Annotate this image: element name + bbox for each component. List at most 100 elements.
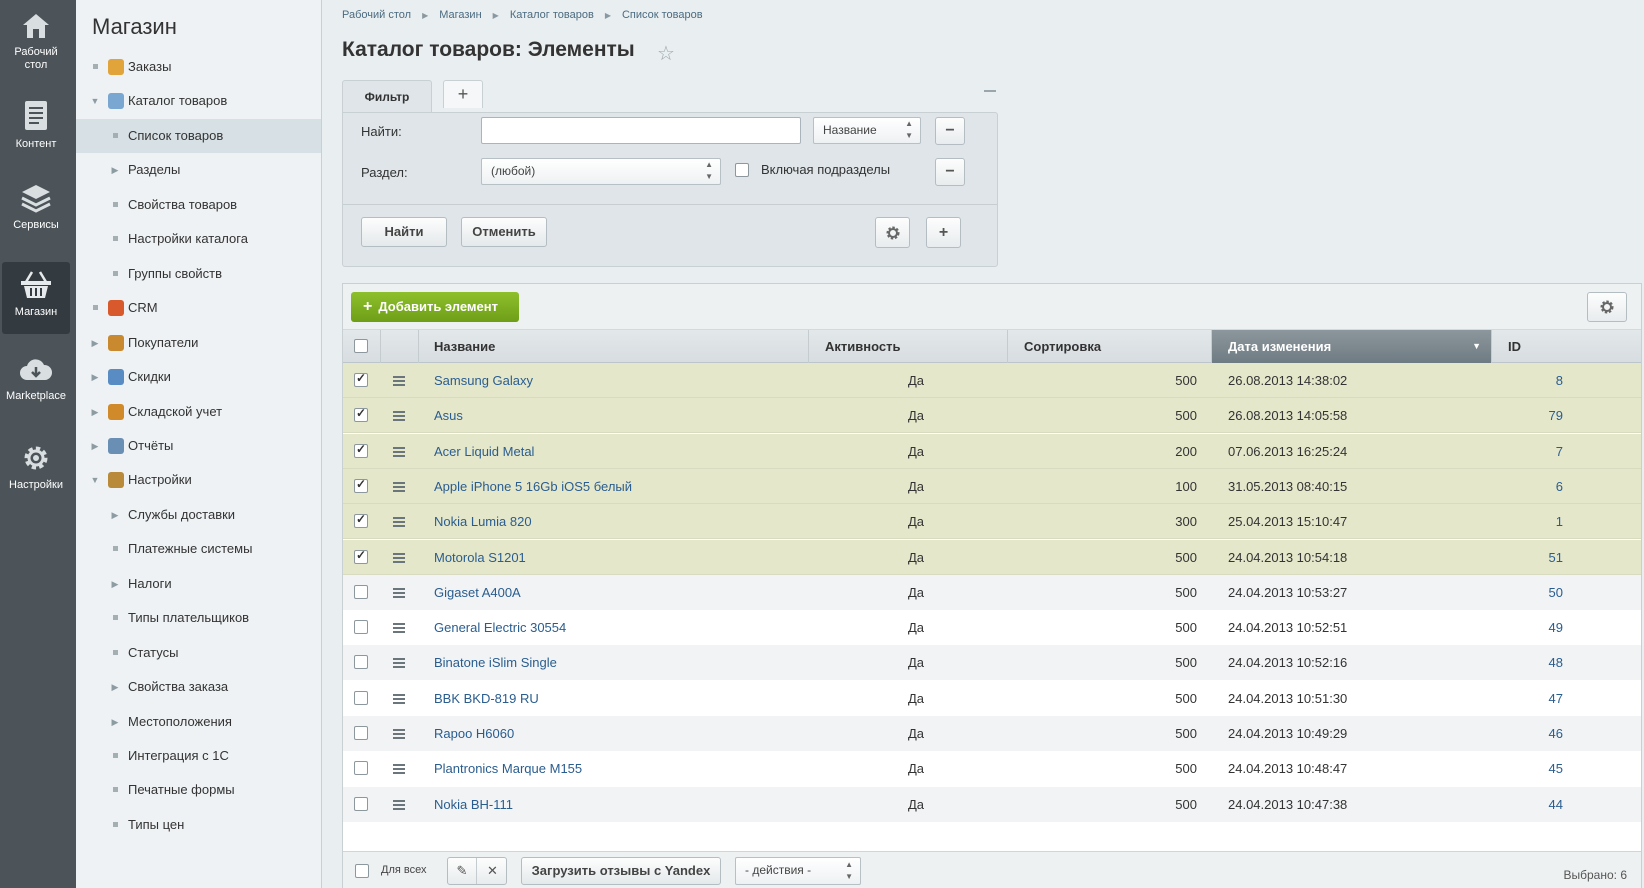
row-checkbox[interactable] bbox=[354, 584, 368, 599]
row-name-link[interactable]: Nokia Lumia 820 bbox=[434, 504, 532, 539]
table-row[interactable]: Plantronics Marque M155 Да 500 24.04.2013 1… bbox=[343, 751, 1641, 787]
tab-filter[interactable]: Фильтр bbox=[342, 80, 432, 112]
row-checkbox[interactable] bbox=[354, 442, 368, 458]
row-id-link[interactable]: 50 bbox=[1503, 575, 1563, 610]
menu-item[interactable]: Заказы bbox=[76, 50, 321, 84]
menu-item[interactable]: ▶ Налоги bbox=[76, 567, 321, 601]
breadcrumb-item[interactable]: Каталог товаров bbox=[510, 9, 594, 21]
collapsed-arrow-icon[interactable]: ▶ bbox=[90, 360, 100, 394]
row-checkbox[interactable] bbox=[354, 477, 368, 493]
load-yandex-reviews-button[interactable]: Загрузить отзывы с Yandex bbox=[521, 857, 721, 885]
include-subsections-checkbox[interactable] bbox=[735, 163, 749, 177]
for-all-checkbox[interactable] bbox=[355, 864, 369, 878]
column-header-id[interactable]: ID bbox=[1492, 330, 1641, 363]
row-checkbox[interactable] bbox=[354, 512, 368, 529]
row-id-link[interactable]: 79 bbox=[1503, 398, 1563, 433]
table-row[interactable]: Samsung Galaxy Да 500 26.08.2013 14:38:02 8 bbox=[343, 363, 1641, 398]
select-all-checkbox[interactable] bbox=[354, 339, 368, 353]
cancel-button[interactable]: Отменить bbox=[461, 217, 547, 247]
remove-find-field-button[interactable]: − bbox=[935, 117, 965, 145]
column-header-sort[interactable]: Сортировка bbox=[1008, 330, 1212, 363]
row-checkbox[interactable] bbox=[354, 548, 368, 564]
row-actions-menu-icon[interactable] bbox=[393, 517, 405, 528]
collapsed-arrow-icon[interactable]: ▶ bbox=[90, 326, 100, 360]
iconbar-marketplace[interactable]: Marketplace bbox=[2, 358, 70, 418]
minimize-filter-icon[interactable] bbox=[984, 90, 996, 92]
row-name-link[interactable]: Samsung Galaxy bbox=[434, 363, 533, 398]
star-icon[interactable]: ☆ bbox=[657, 41, 675, 66]
iconbar-settings[interactable]: Настройки bbox=[2, 443, 70, 503]
menu-item[interactable]: Типы плательщиков bbox=[76, 601, 321, 635]
table-row[interactable]: Gigaset A400A Да 500 24.04.2013 10:53:27 50 bbox=[343, 574, 1641, 610]
row-id-link[interactable]: 48 bbox=[1503, 645, 1563, 680]
row-actions-menu-icon[interactable] bbox=[393, 481, 405, 492]
menu-item[interactable]: ▼ Настройки bbox=[76, 463, 321, 497]
table-row[interactable]: Asus Да 500 26.08.2013 14:05:58 79 bbox=[343, 398, 1641, 434]
menu-item[interactable]: ▶ Разделы bbox=[76, 153, 321, 187]
menu-item[interactable]: ▶ Покупатели bbox=[76, 326, 321, 360]
iconbar-content[interactable]: Контент bbox=[2, 100, 70, 160]
menu-item[interactable]: ▶ Отчёты bbox=[76, 429, 321, 463]
add-filter-tab-button[interactable]: + bbox=[443, 80, 483, 108]
row-id-link[interactable]: 47 bbox=[1503, 681, 1563, 716]
remove-section-field-button[interactable]: − bbox=[935, 158, 965, 186]
expanded-arrow-icon[interactable]: ▼ bbox=[90, 463, 100, 497]
menu-item[interactable]: ▶ Скидки bbox=[76, 360, 321, 394]
collapsed-arrow-icon[interactable]: ▶ bbox=[90, 395, 100, 429]
menu-item[interactable]: ▶ Местоположения bbox=[76, 705, 321, 739]
row-name-link[interactable]: Gigaset A400A bbox=[434, 575, 521, 610]
table-row[interactable]: Acer Liquid Metal Да 200 07.06.2013 16:25:2… bbox=[343, 433, 1641, 469]
menu-item[interactable]: ▼ Каталог товаров bbox=[76, 84, 321, 118]
row-checkbox[interactable] bbox=[354, 655, 368, 670]
row-name-link[interactable]: Rapoo H6060 bbox=[434, 716, 514, 751]
row-checkbox[interactable] bbox=[354, 761, 368, 776]
menu-item[interactable]: Список товаров bbox=[76, 118, 321, 153]
table-row[interactable]: BBK BKD-819 RU Да 500 24.04.2013 10:51:30 47 bbox=[343, 680, 1641, 716]
row-id-link[interactable]: 45 bbox=[1503, 751, 1563, 786]
row-id-link[interactable]: 49 bbox=[1503, 610, 1563, 645]
filter-settings-button[interactable] bbox=[875, 217, 910, 248]
row-name-link[interactable]: Apple iPhone 5 16Gb iOS5 белый bbox=[434, 469, 632, 504]
row-actions-menu-icon[interactable] bbox=[393, 658, 405, 669]
row-checkbox[interactable] bbox=[354, 796, 368, 811]
collapsed-arrow-icon[interactable]: ▶ bbox=[110, 153, 120, 187]
section-select[interactable]: (любой) ▲ ▼ bbox=[481, 158, 721, 185]
actions-select[interactable]: - действия - ▲ ▼ bbox=[735, 857, 861, 885]
table-row[interactable]: Rapoo H6060 Да 500 24.04.2013 10:49:29 46 bbox=[343, 716, 1641, 751]
menu-item[interactable]: Интеграция с 1С bbox=[76, 739, 321, 773]
menu-item[interactable]: Типы цен bbox=[76, 808, 321, 842]
row-id-link[interactable]: 7 bbox=[1503, 434, 1563, 469]
table-row[interactable]: Motorola S1201 Да 500 24.04.2013 10:54:18 51 bbox=[343, 539, 1641, 575]
column-header-name[interactable]: Название bbox=[419, 330, 809, 363]
row-name-link[interactable]: Motorola S1201 bbox=[434, 540, 526, 575]
row-actions-menu-icon[interactable] bbox=[393, 799, 405, 810]
menu-item[interactable]: ▶ Службы доставки bbox=[76, 498, 321, 532]
menu-item[interactable]: CRM bbox=[76, 291, 321, 325]
row-id-link[interactable]: 46 bbox=[1503, 716, 1563, 751]
collapsed-arrow-icon[interactable]: ▶ bbox=[110, 705, 120, 739]
row-checkbox[interactable] bbox=[354, 690, 368, 705]
row-name-link[interactable]: Acer Liquid Metal bbox=[434, 434, 534, 469]
row-actions-menu-icon[interactable] bbox=[393, 446, 405, 457]
row-name-link[interactable]: Nokia BH-111 bbox=[434, 787, 513, 822]
breadcrumb-item[interactable]: Список товаров bbox=[622, 9, 703, 21]
row-checkbox[interactable] bbox=[354, 726, 368, 740]
row-actions-menu-icon[interactable] bbox=[393, 729, 405, 739]
menu-item[interactable]: Печатные формы bbox=[76, 773, 321, 807]
breadcrumb-item[interactable]: Рабочий стол bbox=[342, 9, 411, 21]
row-checkbox[interactable] bbox=[354, 371, 368, 387]
row-checkbox[interactable] bbox=[354, 406, 368, 423]
expanded-arrow-icon[interactable]: ▼ bbox=[90, 84, 100, 118]
row-actions-menu-icon[interactable] bbox=[393, 764, 405, 775]
menu-item[interactable]: Настройки каталога bbox=[76, 222, 321, 256]
row-name-link[interactable]: Binatone iSlim Single bbox=[434, 645, 557, 680]
row-id-link[interactable]: 1 bbox=[1503, 504, 1563, 539]
iconbar-desktop[interactable]: Рабочий стол bbox=[2, 10, 70, 80]
row-actions-menu-icon[interactable] bbox=[393, 693, 405, 704]
collapsed-arrow-icon[interactable]: ▶ bbox=[90, 429, 100, 463]
find-button[interactable]: Найти bbox=[361, 217, 447, 247]
menu-item[interactable]: ▶ Складской учет bbox=[76, 395, 321, 429]
table-row[interactable]: Nokia BH-111 Да 500 24.04.2013 10:47:38 44 bbox=[343, 786, 1641, 822]
row-name-link[interactable]: General Electric 30554 bbox=[434, 610, 566, 645]
row-id-link[interactable]: 51 bbox=[1503, 540, 1563, 575]
